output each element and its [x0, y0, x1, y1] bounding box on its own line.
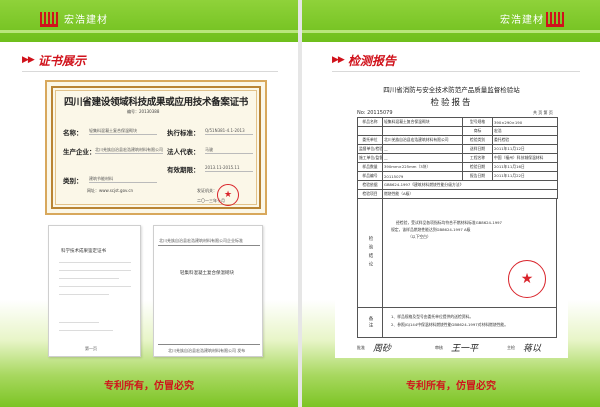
cert-value-standard: Q/51N381-4.1-2013: [205, 128, 253, 135]
cert-label-category: 类别：: [63, 177, 83, 185]
cert-value-legal: 马骏: [205, 147, 253, 154]
section-title: ▶▶ 证书展示: [22, 51, 86, 69]
section-title-text: 证书展示: [37, 53, 86, 68]
brand-name: 宏浩建材: [500, 15, 544, 26]
header-stripe: [302, 30, 600, 33]
signature-row: 批准 周砂 审核 王一平 主检 蒋以: [357, 341, 557, 355]
sig-label-review: 审核: [435, 345, 443, 350]
remark-line-2: 2、参照JGJ144中保温材料燃烧性能GB8624-1997对材料燃烧性能。: [391, 322, 509, 327]
right-page: 宏浩建材 ▶▶ 检测报告 四川省消防与安全技术防范产品质量监督检验站 检验报告 …: [302, 0, 600, 407]
table-row: 样品名称 轻集料混凝土复合保温砌块 型号规格 390×290×190: [357, 117, 558, 127]
certificate: 四川省建设领域科技成果或应用技术备案证书 编号：20130388 名称： 轻集料…: [45, 80, 267, 215]
section-title-text: 检测报告: [347, 53, 396, 68]
doc2-product: 轻集料混凝土复合保温砌块: [180, 271, 234, 276]
table-row: 委托单位 北川羌族自治县宏浩建筑材料有限公司 检验类别 委托检验: [357, 135, 558, 145]
section-divider: [332, 71, 580, 72]
table-row: 检验依据 GB8624-1997《建筑材料燃烧性能分级方法》: [357, 180, 558, 190]
cert-value-category: 建筑节能材料: [89, 176, 157, 183]
cert-label-legal: 法人代表：: [167, 148, 200, 156]
conclusion-line-3: （以下空白）: [408, 234, 431, 239]
doc2-footer: 北川羌族自治县宏浩建筑材料有限公司 发布: [168, 348, 246, 353]
brand-logo-icon: [40, 10, 58, 28]
cert-website: 网址：www.scjst.gov.cn: [87, 188, 134, 193]
table-row: 样品数量 390mm×225mm（3块） 检验日期 2011年11月16日: [357, 162, 558, 172]
brand-logo-icon: [546, 10, 564, 28]
brand-name: 宏浩建材: [64, 15, 108, 26]
sig-label-main: 主检: [507, 345, 515, 350]
conclusion-line-2: 规定，该样品燃烧性能达到GB8624-1997 A级: [391, 227, 471, 232]
chevron-right-icon: ▶▶: [332, 55, 345, 65]
cert-issuer: 发证机关：: [197, 188, 217, 193]
cert-label-validity: 有效期限：: [167, 166, 200, 174]
left-page: 宏浩建材 ▶▶ 证书展示 四川省建设领域科技成果或应用技术备案证书 编号：201…: [0, 0, 298, 407]
cert-label-name: 名称：: [63, 129, 83, 137]
cert-value-name: 轻集料混凝土复合保温砌块: [89, 128, 157, 135]
certificate-title: 四川省建设领域科技成果或应用技术备案证书: [63, 97, 248, 108]
cert-label-standard: 执行标准：: [167, 129, 200, 137]
sig-label-approve: 批准: [357, 345, 365, 350]
enterprise-standard-doc: 北川羌族自治县宏浩建筑材料有限公司企业标准 轻集料混凝土复合保温砌块 北川羌族自…: [153, 225, 263, 357]
report-page: 共 页 第 页: [533, 110, 553, 115]
certificate-number: 编号：20130388: [127, 109, 160, 114]
cert-value-company: 北川羌族自治县宏浩建筑材料有限公司: [95, 147, 163, 154]
header-bar: 宏浩建材: [0, 0, 298, 42]
official-seal-icon: ★: [217, 184, 239, 206]
section-title: ▶▶ 检测报告: [332, 51, 396, 69]
report-table: 样品名称 轻集料混凝土复合保温砌块 型号规格 390×290×190 商标 宏浩…: [357, 117, 558, 199]
appraisal-certificate-doc: 科学技术成果鉴定证书 第一页: [48, 225, 141, 357]
conclusion-label: 检验结论: [358, 198, 383, 307]
inspection-seal-icon: ★: [508, 260, 546, 298]
chevron-right-icon: ▶▶: [22, 55, 35, 65]
footer-slogan: 专利所有，仿冒必究: [406, 381, 496, 392]
remark-line-1: 1、样品规格及型号由委托单位提供的送检资料。: [391, 314, 474, 319]
signature-main-image: 蒋以: [523, 344, 542, 354]
signature-approve-image: 周砂: [373, 344, 392, 354]
header-bar: 宏浩建材: [302, 0, 600, 42]
doc1-title: 科学技术成果鉴定证书: [61, 249, 106, 254]
cert-label-company: 生产企业：: [63, 148, 96, 156]
conclusion-box: 检验结论 经检验，受试样品各项指标均符合不燃材料标准GB8624-1997 规定…: [357, 198, 557, 308]
section-divider: [22, 71, 278, 72]
table-row: 监督单位/检验项目 — 送样日期 2011年11月12日: [357, 144, 558, 154]
report-title: 检验报告: [430, 98, 473, 108]
table-row: 样品编号 20115079 报告日期 2011年11月22日: [357, 171, 558, 181]
inspection-report: 四川省消防与安全技术防范产品质量监督检验站 检验报告 No: 20115079 …: [335, 82, 568, 358]
cert-value-validity: 2013.11-2015.11: [205, 165, 253, 172]
conclusion-line-1: 经检验，受试样品各项指标均符合不燃材料标准GB8624-1997: [396, 220, 502, 225]
table-row: 施工单位/监督人员 — 工程名称 中国（福州）科技城保温材料: [357, 153, 558, 163]
signature-review-image: 王一平: [451, 344, 479, 354]
doc2-header: 北川羌族自治县宏浩建筑材料有限公司企业标准: [159, 238, 243, 243]
doc1-page-note: 第一页: [85, 346, 97, 351]
footer-slogan: 专利所有，仿冒必究: [104, 381, 194, 392]
header-stripe: [0, 30, 298, 33]
table-row: 商标 宏浩: [357, 126, 558, 136]
report-number: No: 20115079: [357, 110, 393, 116]
remarks-box: 备注 1、样品规格及型号由委托单位提供的送检资料。 2、参照JGJ144中保温材…: [357, 308, 557, 338]
report-org: 四川省消防与安全技术防范产品质量监督检验站: [383, 86, 520, 94]
